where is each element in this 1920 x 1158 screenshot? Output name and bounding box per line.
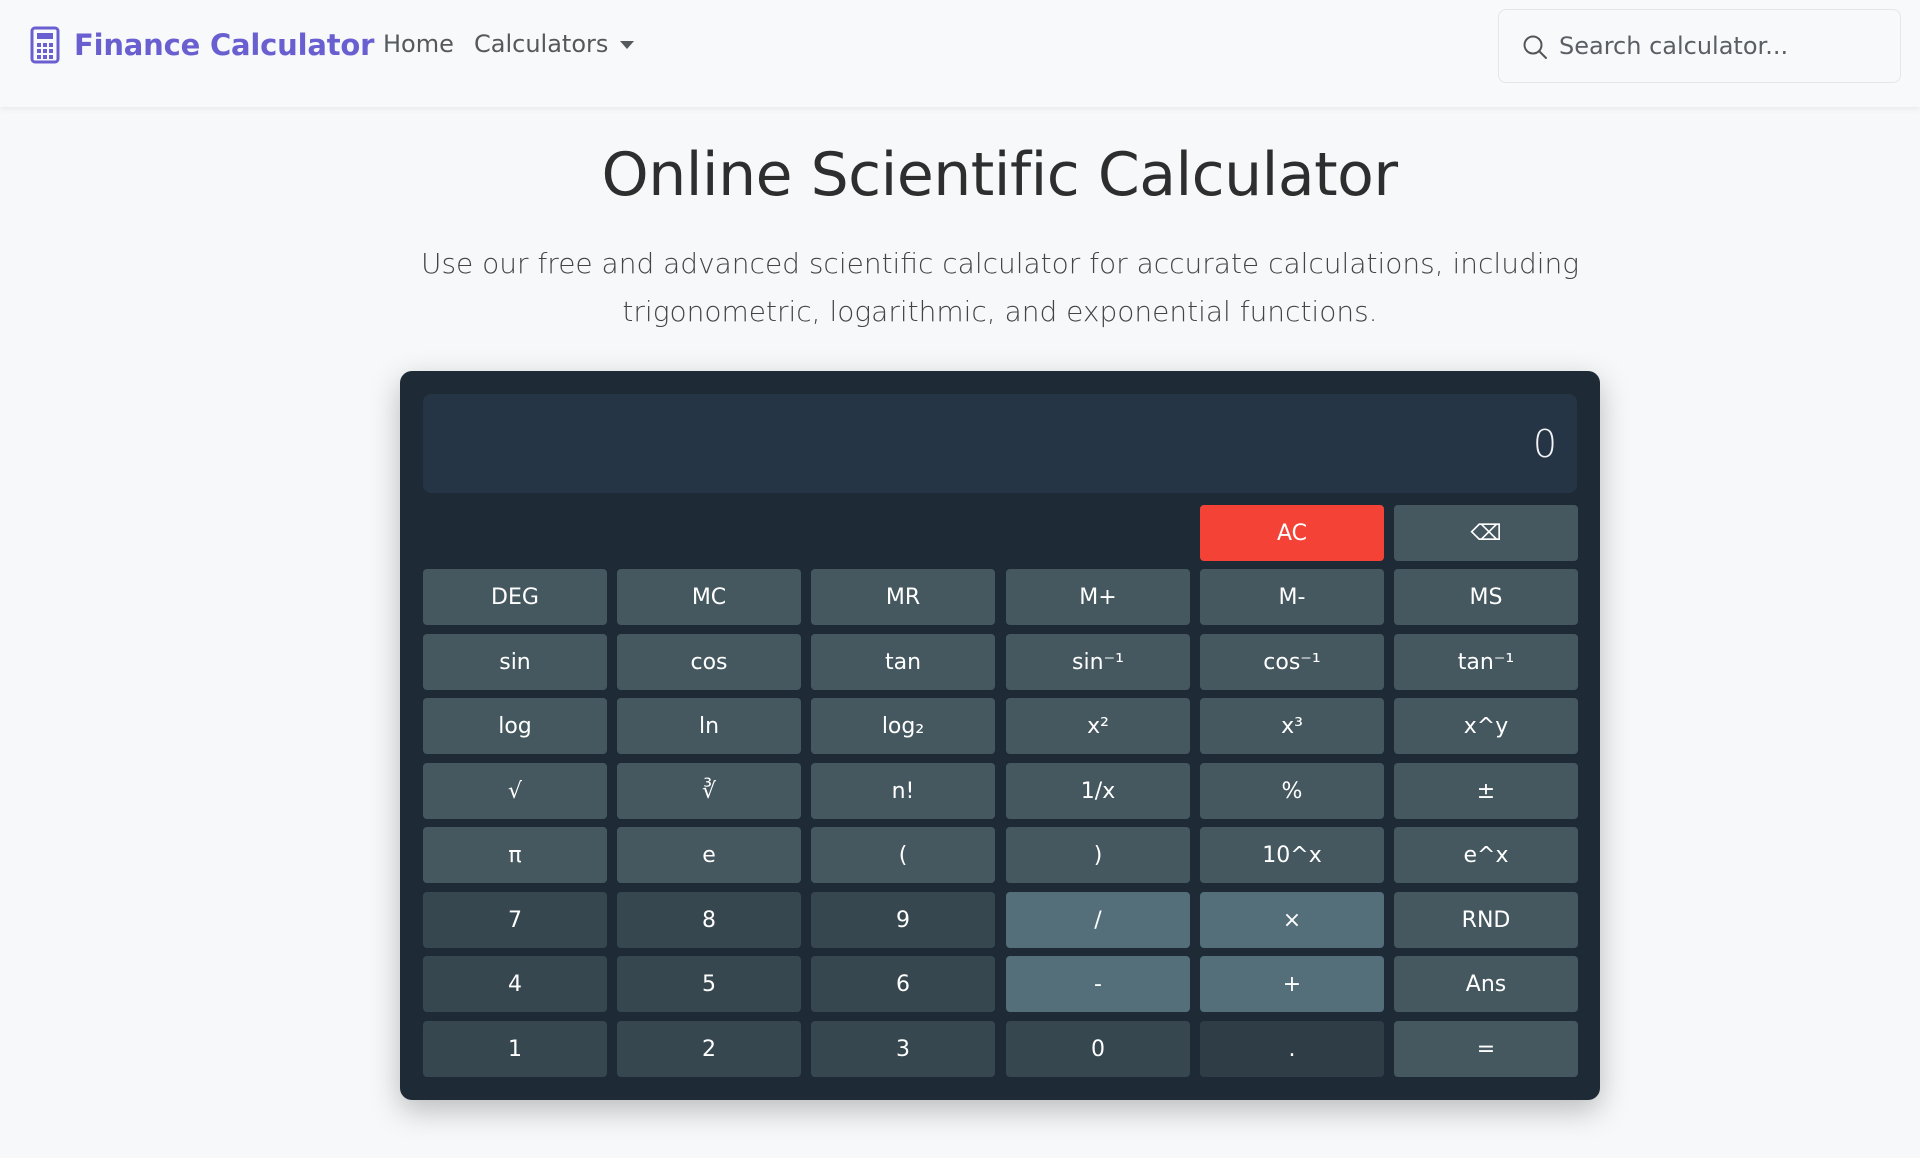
caret-down-icon xyxy=(620,41,635,49)
cube-root-button[interactable]: ∛ xyxy=(617,763,801,819)
digit-6-button[interactable]: 6 xyxy=(811,956,995,1012)
subtract-button[interactable]: - xyxy=(1006,956,1190,1012)
add-button[interactable]: + xyxy=(1200,956,1384,1012)
plus-minus-button[interactable]: ± xyxy=(1394,763,1578,819)
calculator-display: 0 xyxy=(423,394,1577,493)
tan-button[interactable]: tan xyxy=(811,634,995,690)
digit-4-button[interactable]: 4 xyxy=(423,956,607,1012)
memory-clear-button[interactable]: MC xyxy=(617,569,801,625)
page-title: Online Scientific Calculator xyxy=(601,140,1398,210)
search-icon xyxy=(1523,35,1547,59)
ten-power-button[interactable]: 10^x xyxy=(1200,827,1384,883)
memory-add-button[interactable]: M+ xyxy=(1006,569,1190,625)
sin-button[interactable]: sin xyxy=(423,634,607,690)
nav-calculators-label: Calculators xyxy=(474,30,609,58)
ln-button[interactable]: ln xyxy=(617,698,801,754)
left-paren-button[interactable]: ( xyxy=(811,827,995,883)
equals-button[interactable]: = xyxy=(1394,1021,1578,1077)
power-button[interactable]: x^y xyxy=(1394,698,1578,754)
right-paren-button[interactable]: ) xyxy=(1006,827,1190,883)
nav-calculators-dropdown[interactable]: Calculators xyxy=(474,30,635,58)
calculator-icon xyxy=(30,26,60,64)
divide-button[interactable]: / xyxy=(1006,892,1190,948)
nav-home-link[interactable]: Home xyxy=(383,30,454,58)
euler-e-button[interactable]: e xyxy=(617,827,801,883)
sqrt-button[interactable]: √ xyxy=(423,763,607,819)
brand-link[interactable]: Finance Calculator xyxy=(30,26,374,64)
search-input[interactable] xyxy=(1559,10,1889,82)
multiply-button[interactable]: × xyxy=(1200,892,1384,948)
cos-button[interactable]: cos xyxy=(617,634,801,690)
memory-recall-button[interactable]: MR xyxy=(811,569,995,625)
navbar: Finance Calculator Home Calculators xyxy=(0,0,1920,107)
square-button[interactable]: x² xyxy=(1006,698,1190,754)
factorial-button[interactable]: n! xyxy=(811,763,995,819)
asin-button[interactable]: sin⁻¹ xyxy=(1006,634,1190,690)
search-box xyxy=(1498,9,1901,83)
pi-button[interactable]: π xyxy=(423,827,607,883)
digit-5-button[interactable]: 5 xyxy=(617,956,801,1012)
percent-button[interactable]: % xyxy=(1200,763,1384,819)
exp-button[interactable]: e^x xyxy=(1394,827,1578,883)
answer-button[interactable]: Ans xyxy=(1394,956,1578,1012)
reciprocal-button[interactable]: 1/x xyxy=(1006,763,1190,819)
decimal-button[interactable]: . xyxy=(1200,1021,1384,1077)
brand-name: Finance Calculator xyxy=(74,28,375,62)
random-button[interactable]: RND xyxy=(1394,892,1578,948)
digit-1-button[interactable]: 1 xyxy=(423,1021,607,1077)
digit-2-button[interactable]: 2 xyxy=(617,1021,801,1077)
clear-all-button[interactable]: AC xyxy=(1200,505,1384,561)
memory-subtract-button[interactable]: M- xyxy=(1200,569,1384,625)
digit-9-button[interactable]: 9 xyxy=(811,892,995,948)
memory-store-button[interactable]: MS xyxy=(1394,569,1578,625)
acos-button[interactable]: cos⁻¹ xyxy=(1200,634,1384,690)
digit-3-button[interactable]: 3 xyxy=(811,1021,995,1077)
digit-8-button[interactable]: 8 xyxy=(617,892,801,948)
atan-button[interactable]: tan⁻¹ xyxy=(1394,634,1578,690)
log-button[interactable]: log xyxy=(423,698,607,754)
cube-button[interactable]: x³ xyxy=(1200,698,1384,754)
log2-button[interactable]: log₂ xyxy=(811,698,995,754)
backspace-button[interactable]: ⌫ xyxy=(1394,505,1578,561)
page-subtitle: Use our free and advanced scientific cal… xyxy=(420,247,1580,328)
digit-7-button[interactable]: 7 xyxy=(423,892,607,948)
digit-0-button[interactable]: 0 xyxy=(1006,1021,1190,1077)
scientific-calculator: 0 AC ⌫ DEG MC MR M+ M- MS sin cos tan si… xyxy=(400,371,1600,1100)
deg-mode-button[interactable]: DEG xyxy=(423,569,607,625)
